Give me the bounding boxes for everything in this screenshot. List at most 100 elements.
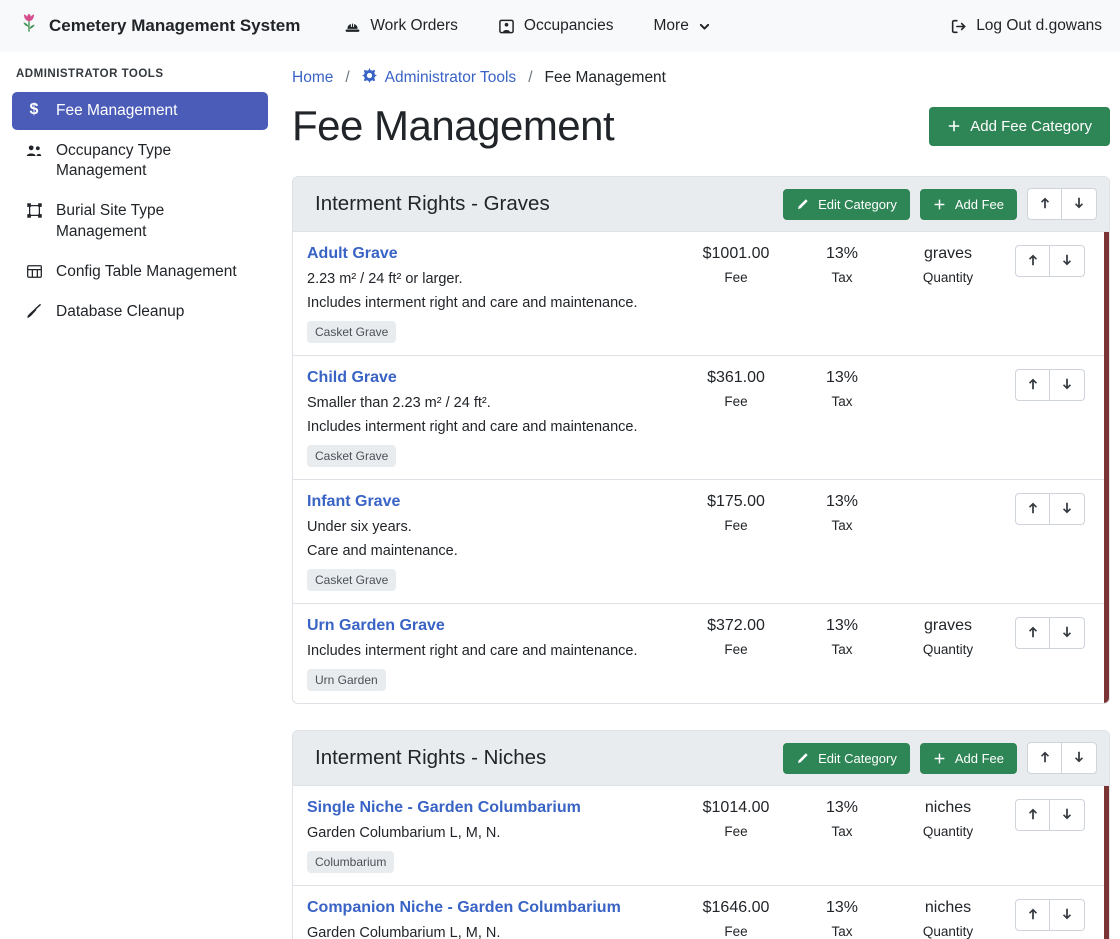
fee-details: Urn Garden GraveIncludes interment right…: [307, 617, 683, 691]
nav-item-label: Occupancies: [524, 17, 614, 35]
fee-amount-column: $1646.00Fee: [683, 899, 789, 939]
fee-row: Adult Grave2.23 m² / 24 ft² or larger.In…: [293, 232, 1109, 355]
hardhat-icon: [344, 18, 361, 35]
fee-move-up-button[interactable]: [1015, 899, 1050, 931]
fee-amount: $1014.00: [683, 799, 789, 817]
fee-description: Smaller than 2.23 m² / 24 ft².: [307, 395, 673, 411]
tax-rate: 13%: [789, 245, 895, 263]
quantity-label: Quantity: [895, 270, 1001, 285]
tax-rate-label: Tax: [789, 270, 895, 285]
fee-amount-column: $361.00Fee: [683, 369, 789, 409]
arrow-up-icon: [1026, 501, 1040, 518]
tax-rate: 13%: [789, 899, 895, 917]
main-content: Home / Administrator Tools / Fee Managem…: [280, 52, 1120, 939]
fee-row-actions: [1001, 245, 1093, 277]
logout-button[interactable]: Log Out d.gowans: [950, 17, 1102, 35]
quantity-unit: niches: [895, 799, 1001, 817]
edit-category-button[interactable]: Edit Category: [783, 189, 910, 220]
fee-move-down-button[interactable]: [1050, 617, 1085, 649]
add-fee-category-label: Add Fee Category: [970, 118, 1092, 135]
category-move-up-button[interactable]: [1027, 742, 1062, 774]
arrow-down-icon: [1060, 377, 1074, 394]
tax-rate-column: 13%Tax: [789, 493, 895, 533]
fee-row: Companion Niche - Garden ColumbariumGard…: [293, 885, 1109, 939]
fee-type-badge: Columbarium: [307, 851, 394, 873]
top-navbar: Cemetery Management System Work Orders Oc…: [0, 0, 1120, 52]
fee-reorder-group: [1015, 493, 1085, 525]
plus-icon: [947, 119, 961, 133]
fee-move-up-button[interactable]: [1015, 369, 1050, 401]
fee-move-down-button[interactable]: [1050, 245, 1085, 277]
fee-name-link[interactable]: Companion Niche - Garden Columbarium: [307, 899, 621, 917]
fee-details: Single Niche - Garden ColumbariumGarden …: [307, 799, 683, 873]
app-brand[interactable]: Cemetery Management System: [18, 13, 300, 40]
nav-item-occupancies[interactable]: Occupancies: [498, 17, 614, 35]
arrow-up-icon: [1038, 750, 1052, 767]
fee-name-link[interactable]: Child Grave: [307, 369, 397, 387]
fee-reorder-group: [1015, 617, 1085, 649]
add-fee-category-button[interactable]: Add Fee Category: [929, 107, 1110, 146]
navbar-links: Work Orders Occupancies More: [344, 17, 950, 35]
sidebar-item-occupancy-type-management[interactable]: Occupancy Type Management: [12, 132, 268, 190]
nav-item-work-orders[interactable]: Work Orders: [344, 17, 458, 35]
sidebar-item-fee-management[interactable]: $Fee Management: [12, 92, 268, 130]
fee-details: Infant GraveUnder six years.Care and mai…: [307, 493, 683, 591]
fee-name-link[interactable]: Infant Grave: [307, 493, 400, 511]
fee-name-link[interactable]: Single Niche - Garden Columbarium: [307, 799, 581, 817]
fee-move-up-button[interactable]: [1015, 493, 1050, 525]
fee-name-link[interactable]: Urn Garden Grave: [307, 617, 445, 635]
dollar-icon: $: [23, 102, 45, 118]
breadcrumb: Home / Administrator Tools / Fee Managem…: [292, 68, 1110, 88]
category-reorder-group: [1027, 742, 1097, 774]
tax-rate-column: 13% Tax: [789, 899, 895, 939]
sidebar-item-label: Occupancy Type Management: [56, 141, 257, 181]
sidebar-item-database-cleanup[interactable]: Database Cleanup: [12, 293, 268, 331]
fee-amount-column: $175.00Fee: [683, 493, 789, 533]
nav-item-label: More: [654, 17, 689, 35]
fee-move-up-button[interactable]: [1015, 245, 1050, 277]
tax-rate-label: Tax: [789, 394, 895, 409]
sidebar-item-burial-site-type-management[interactable]: Burial Site Type Management: [12, 192, 268, 250]
fee-row-actions: [1001, 899, 1093, 931]
fee-amount-label: Fee: [683, 924, 789, 939]
vector-square-icon: [23, 202, 45, 219]
fee-type-badge: Casket Grave: [307, 569, 396, 591]
fee-row: Infant GraveUnder six years.Care and mai…: [293, 479, 1109, 603]
sidebar-item-label: Burial Site Type Management: [56, 201, 257, 241]
tax-rate-label: Tax: [789, 518, 895, 533]
fee-description: Includes interment right and care and ma…: [307, 295, 673, 311]
fee-move-up-button[interactable]: [1015, 617, 1050, 649]
category-move-up-button[interactable]: [1027, 188, 1062, 220]
add-fee-button[interactable]: Add Fee: [920, 189, 1017, 220]
occupancy-icon: [498, 18, 515, 35]
category-move-down-button[interactable]: [1062, 742, 1097, 774]
category-move-down-button[interactable]: [1062, 188, 1097, 220]
fee-type-badge: Casket Grave: [307, 321, 396, 343]
fee-move-down-button[interactable]: [1050, 369, 1085, 401]
quantity-unit: graves: [895, 245, 1001, 263]
edit-category-button[interactable]: Edit Category: [783, 743, 910, 774]
fee-move-down-button[interactable]: [1050, 799, 1085, 831]
add-fee-button[interactable]: Add Fee: [920, 743, 1017, 774]
tax-rate-label: Tax: [789, 924, 895, 939]
quantity-unit: niches: [895, 899, 1001, 917]
fee-move-up-button[interactable]: [1015, 799, 1050, 831]
arrow-up-icon: [1038, 196, 1052, 213]
breadcrumb-separator: /: [345, 69, 349, 87]
fee-move-down-button[interactable]: [1050, 899, 1085, 931]
fee-name-link[interactable]: Adult Grave: [307, 245, 398, 263]
nav-item-more[interactable]: More: [654, 17, 711, 35]
tulip-logo-icon: [18, 13, 40, 40]
people-icon: [23, 142, 45, 160]
sidebar-item-label: Config Table Management: [56, 262, 237, 282]
category-header: Interment Rights - NichesEdit CategoryAd…: [293, 731, 1109, 786]
fee-list: Single Niche - Garden ColumbariumGarden …: [293, 786, 1109, 939]
app-title: Cemetery Management System: [49, 16, 300, 36]
fee-category-card: Interment Rights - NichesEdit CategoryAd…: [292, 730, 1110, 939]
sidebar-item-config-table-management[interactable]: Config Table Management: [12, 253, 268, 291]
page-title: Fee Management: [292, 102, 614, 150]
breadcrumb-admin-link[interactable]: Administrator Tools: [362, 68, 517, 88]
fee-move-down-button[interactable]: [1050, 493, 1085, 525]
fee-amount-label: Fee: [683, 824, 789, 839]
breadcrumb-home-link[interactable]: Home: [292, 69, 333, 87]
